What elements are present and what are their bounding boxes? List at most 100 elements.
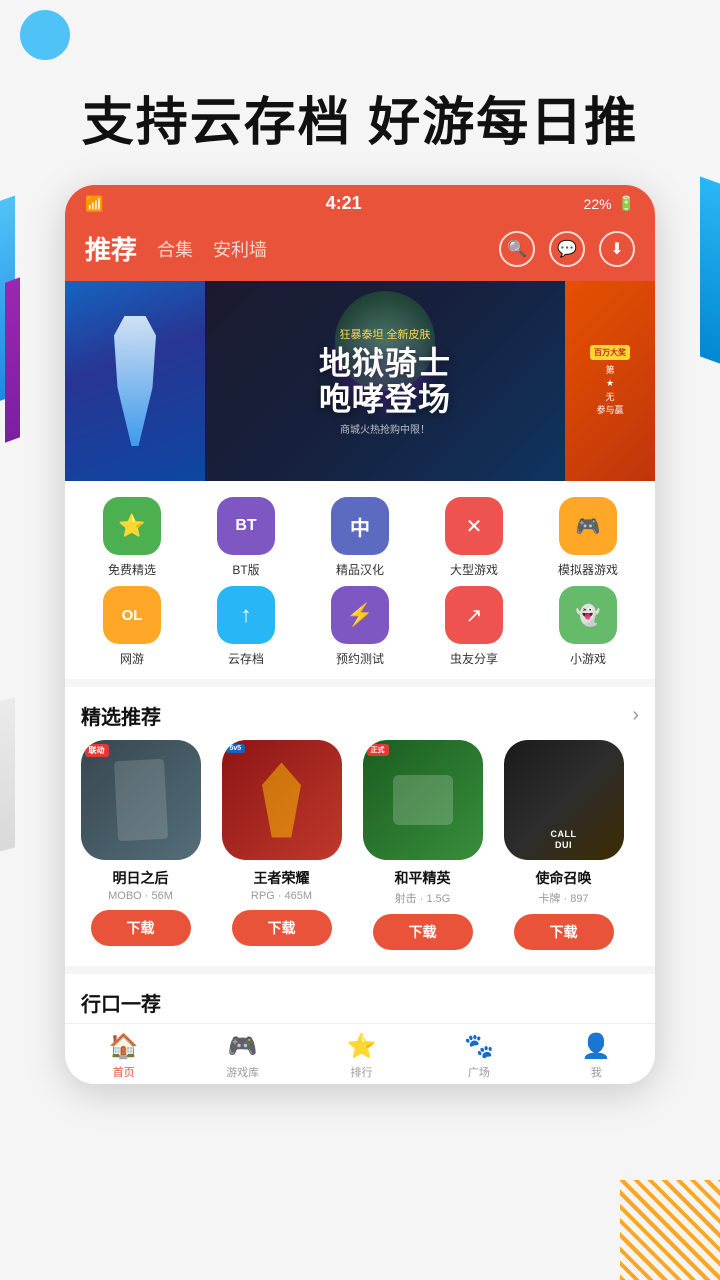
bg-decoration-circle [20,10,70,60]
cat-mini[interactable]: 👻 小游戏 [538,586,638,667]
cat-label-localized: 精品汉化 [336,561,384,578]
library-icon: 🎮 [228,1032,258,1061]
nav-me[interactable]: 👤 我 [581,1032,611,1080]
cat-localized[interactable]: 中 精品汉化 [310,497,410,578]
main-nav: 推荐 合集 安利墙 🔍 💬 ⬇ [65,222,655,281]
game-badge-mingri: 联动 [85,744,109,757]
cat-label-mini: 小游戏 [570,650,606,667]
cat-icon-bt: BT [217,497,275,555]
game-name-shiming: 使命召唤 [536,868,592,888]
banner-carousel[interactable]: 狂暴泰坦 全新皮肤 地狱骑士咆哮登场 商城火热抢购中限！ 百万大奖 第★无参与赢 [65,281,655,481]
square-icon: 🐾 [464,1032,494,1061]
game-name-heping: 和平精英 [395,868,451,888]
cat-icon-large: ✕ [445,497,503,555]
nav-ranking[interactable]: ⭐ 排行 [347,1032,377,1080]
banner-right-badge: 百万大奖 [590,345,630,360]
battery-icon: 🔋 [618,195,635,212]
cat-large[interactable]: ✕ 大型游戏 [424,497,524,578]
banner-left-image [65,281,205,481]
cat-share[interactable]: ↗ 虫友分享 [424,586,524,667]
banner-desc: 商城火热抢购中限！ [319,421,451,436]
ranking-icon: ⭐ [347,1032,377,1061]
banner-main-text: 地狱骑士咆哮登场 [319,346,451,416]
download-btn-mingri[interactable]: 下载 [91,910,191,946]
banner-right-text: 第★无参与赢 [596,364,623,418]
game-badge-heping: 正式 [367,744,389,756]
game-shiming: CALLDUI 使命召唤 卡牌 · 897 下载 [496,740,631,950]
cat-cloud-save[interactable]: ↑ 云存档 [196,586,296,667]
bg-stripe-purple [5,277,20,442]
game-icon-shiming[interactable]: CALLDUI [504,740,624,860]
message-button[interactable]: 💬 [549,231,585,267]
game-meta-heping: 射击 · 1.5G [395,890,451,906]
banner-right[interactable]: 百万大奖 第★无参与赢 [565,281,655,481]
game-meta-wangzhe: RPG · 465M [251,890,312,902]
download-btn-shiming[interactable]: 下载 [514,914,614,950]
cat-label-free: 免费精选 [108,561,156,578]
game-meta-mingri: MOBO · 56M [108,890,173,902]
nav-tab-recommend[interactable]: 推荐 [85,230,137,267]
divider [65,679,655,687]
download-btn-wangzhe[interactable]: 下载 [232,910,332,946]
banner-center-content: 狂暴泰坦 全新皮肤 地狱骑士咆哮登场 商城火热抢购中限！ [319,326,451,435]
game-meta-shiming: 卡牌 · 897 [538,890,588,906]
game-icon-wangzhe[interactable]: 5v5 [222,740,342,860]
cat-label-online: 网游 [120,650,144,667]
bottom-section: 行口一荐 [65,966,655,1023]
cat-free-picks[interactable]: ⭐ 免费精选 [82,497,182,578]
nav-home-label: 首页 [113,1064,135,1080]
nav-square[interactable]: 🐾 广场 [464,1032,494,1080]
bg-stripe-bottom-right [620,1180,720,1280]
status-time: 4:21 [326,193,362,214]
cat-icon-preorder: ⚡ [331,586,389,644]
nav-ranking-label: 排行 [351,1064,373,1080]
nav-library[interactable]: 🎮 游戏库 [226,1032,259,1080]
nav-tab-wall[interactable]: 安利墙 [213,236,267,262]
categories-row-1: ⭐ 免费精选 BT BT版 中 精品汉化 ✕ 大型游戏 🎮 模拟器游戏 [75,497,645,578]
cat-preorder[interactable]: ⚡ 预约测试 [310,586,410,667]
cat-label-share: 虫友分享 [450,650,498,667]
status-right: 22% 🔋 [584,195,635,212]
nav-library-label: 游戏库 [226,1064,259,1080]
bottom-section-title: 行口一荐 [81,994,161,1016]
game-icon-mingri[interactable]: 联动 [81,740,201,860]
cat-online[interactable]: OL 网游 [82,586,182,667]
battery-text: 22% [584,196,612,212]
game-wangzhe: 5v5 王者荣耀 RPG · 465M 下载 [214,740,349,950]
nav-tab-collection[interactable]: 合集 [157,236,193,262]
cat-label-preorder: 预约测试 [336,650,384,667]
banner-center[interactable]: 狂暴泰坦 全新皮肤 地狱骑士咆哮登场 商城火热抢购中限！ [205,281,565,481]
download-btn-heping[interactable]: 下载 [373,914,473,950]
featured-section-header: 精选推荐 › [65,687,655,740]
game-badge-wangzhe: 5v5 [226,744,246,753]
download-button[interactable]: ⬇ [599,231,635,267]
banner-subtitle: 狂暴泰坦 全新皮肤 [319,326,451,342]
call-duty-text: CALLDUI [551,829,577,852]
featured-title: 精选推荐 [81,701,161,730]
nav-icons: 🔍 💬 ⬇ [499,231,635,267]
status-bar: 📶 4:21 22% 🔋 [65,185,655,222]
game-name-mingri: 明日之后 [113,868,169,888]
page-headline: 支持云存档 好游每日推 [0,0,720,185]
cat-icon-emulator: 🎮 [559,497,617,555]
featured-arrow[interactable]: › [632,704,639,727]
game-name-wangzhe: 王者荣耀 [254,868,310,888]
cat-icon-localized: 中 [331,497,389,555]
home-icon: 🏠 [109,1032,139,1061]
categories-row-2: OL 网游 ↑ 云存档 ⚡ 预约测试 ↗ 虫友分享 👻 小游戏 [75,586,645,667]
search-button[interactable]: 🔍 [499,231,535,267]
cat-icon-share: ↗ [445,586,503,644]
game-mingri: 联动 明日之后 MOBO · 56M 下载 [73,740,208,950]
bottom-navigation: 🏠 首页 🎮 游戏库 ⭐ 排行 🐾 广场 👤 我 [65,1023,655,1084]
cat-bt[interactable]: BT BT版 [196,497,296,578]
wifi-icon: 📶 [85,195,104,213]
banner-left[interactable] [65,281,205,481]
nav-home[interactable]: 🏠 首页 [109,1032,139,1080]
game-heping: 正式 和平精英 射击 · 1.5G 下载 [355,740,490,950]
cat-label-cloud: 云存档 [228,650,264,667]
cat-emulator[interactable]: 🎮 模拟器游戏 [538,497,638,578]
cat-label-emulator: 模拟器游戏 [558,561,618,578]
nav-square-label: 广场 [468,1064,490,1080]
game-icon-heping[interactable]: 正式 [363,740,483,860]
categories-section: ⭐ 免费精选 BT BT版 中 精品汉化 ✕ 大型游戏 🎮 模拟器游戏 OL [65,481,655,679]
